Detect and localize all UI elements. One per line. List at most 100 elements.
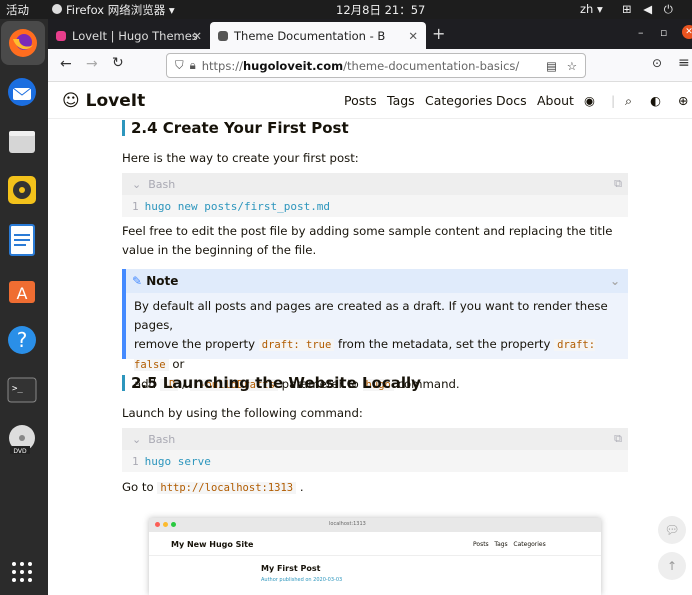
note-admonition: ✎ Note ⌄ By default all posts and pages a… xyxy=(122,269,628,391)
reload-icon[interactable]: ↻ xyxy=(112,55,124,71)
comment-icon[interactable]: 💬︎ xyxy=(658,516,686,544)
line-number: 1 xyxy=(132,199,139,213)
hamburger-menu-icon[interactable]: ≡ xyxy=(678,55,690,71)
svg-text:DVD: DVD xyxy=(13,448,27,455)
favicon-icon xyxy=(218,30,228,41)
screenshot-menu: Posts Tags Categories xyxy=(473,541,546,548)
forward-icon[interactable]: → xyxy=(86,56,98,72)
restore-icon[interactable]: ▫ xyxy=(660,26,667,39)
pencil-icon: ✎ xyxy=(132,274,143,288)
screenshot-site-title: My New Hugo Site xyxy=(171,540,254,549)
code-lang: Bash xyxy=(148,432,176,446)
menu-tags[interactable]: Tags xyxy=(387,93,415,108)
code-text: hugo new posts/first_post.md xyxy=(144,199,331,213)
dvd-icon: DVD xyxy=(9,425,35,455)
window-dots-icon xyxy=(155,522,176,527)
screenshot-header: My New Hugo Site Posts Tags Categories xyxy=(149,532,601,556)
site-logo[interactable]: ☺ LoveIt xyxy=(62,91,145,111)
github-icon[interactable]: ◉ xyxy=(584,93,595,108)
show-apps-button[interactable] xyxy=(5,555,39,589)
url-bar[interactable]: ⛉ 🔒︎ https://hugoloveit.com/theme-docume… xyxy=(166,53,586,78)
dock-software[interactable]: A xyxy=(5,273,39,307)
code-block-2: ⌄ Bash ⧉ 1 hugo serve xyxy=(122,428,628,472)
dock-rhythmbox[interactable] xyxy=(5,173,39,207)
dock-firefox[interactable] xyxy=(1,21,45,65)
theme-switch-icon[interactable]: ◐ xyxy=(650,93,661,108)
paragraph-goto: Go to http://localhost:1313 . xyxy=(122,480,304,494)
input-method-indicator[interactable]: zh ▾ xyxy=(580,2,603,16)
pocket-icon[interactable]: ⊙ xyxy=(652,56,662,70)
screenshot-browser-bar: localhost:1313 xyxy=(149,518,601,532)
line-number: 1 xyxy=(132,454,139,468)
software-center-icon: A xyxy=(9,281,35,303)
dock-terminal[interactable]: >_ xyxy=(5,373,39,407)
copy-icon[interactable]: ⧉ xyxy=(614,432,622,446)
tab-theme-doc[interactable]: Theme Documentation - B ✕ xyxy=(210,22,426,49)
note-title: Note xyxy=(146,274,179,288)
search-icon[interactable]: ⌕ xyxy=(625,93,632,109)
screenshot-post-meta: Author published on 2020-03-03 xyxy=(261,577,343,583)
bookmark-star-icon[interactable]: ☆ xyxy=(567,59,577,73)
chevron-down-icon[interactable]: ⌄ xyxy=(610,274,620,288)
screenshot-post-title: My First Post xyxy=(261,564,321,573)
code-lang: Bash xyxy=(148,177,176,191)
tab-label: LoveIt | Hugo Themes xyxy=(72,28,198,43)
firefox-icon xyxy=(9,29,37,57)
back-to-top-icon[interactable]: ↑ xyxy=(658,552,686,580)
svg-text:?: ? xyxy=(17,328,28,352)
site-header: ☺ LoveIt Posts Tags Categories Docs Abou… xyxy=(48,82,692,119)
menu-separator: | xyxy=(611,93,616,108)
dock-thunderbird[interactable] xyxy=(5,75,39,109)
dock-help[interactable]: ? xyxy=(5,323,39,357)
close-window-icon[interactable]: ✕ xyxy=(682,25,692,39)
screenshot-url: localhost:1313 xyxy=(329,521,366,527)
app-grid-icon xyxy=(12,562,32,582)
shield-icon[interactable]: ⛉ xyxy=(175,58,184,73)
url-text: https://hugoloveit.com/theme-documentati… xyxy=(201,58,520,73)
paragraph-edit: Feel free to edit the post file by addin… xyxy=(122,224,613,257)
favicon-icon xyxy=(56,30,66,41)
dock-files[interactable] xyxy=(5,125,39,159)
screenshot-image: localhost:1313 My New Hugo Site Posts Ta… xyxy=(149,518,601,595)
heading-2-5: 2.5 Launching the Website Locally xyxy=(122,375,421,391)
close-tab-icon[interactable]: ✕ xyxy=(192,29,202,43)
menu-docs[interactable]: Docs xyxy=(496,93,527,108)
code-block-1: ⌄ Bash ⧉ 1 hugo new posts/first_post.md xyxy=(122,173,628,217)
logo-icon: ☺ xyxy=(62,91,80,111)
system-top-bar: 活动 Firefox 网络浏览器 ▾ 12月8日 21：57 zh ▾ ⊞ ◀ … xyxy=(0,0,692,19)
help-icon: ? xyxy=(8,326,36,354)
reader-view-icon[interactable]: ▤ xyxy=(546,59,557,73)
activities-button[interactable]: 活动 xyxy=(6,2,29,18)
lock-icon[interactable]: 🔒︎ xyxy=(190,58,196,73)
tab-loveit[interactable]: LoveIt | Hugo Themes ✕ xyxy=(48,22,210,49)
copy-icon[interactable]: ⧉ xyxy=(614,177,622,191)
chevron-down-icon[interactable]: ⌄ xyxy=(132,178,141,191)
heading-2-4: 2.4 Create Your First Post xyxy=(122,120,349,136)
close-tab-icon[interactable]: ✕ xyxy=(408,29,418,43)
back-icon[interactable]: ← xyxy=(60,56,72,72)
paragraph-launch: Launch by using the following command: xyxy=(122,406,363,420)
navigation-bar: ← → ↻ ⛉ 🔒︎ https://hugoloveit.com/theme-… xyxy=(48,49,692,82)
menu-posts[interactable]: Posts xyxy=(344,93,377,108)
menu-about[interactable]: About xyxy=(537,93,574,108)
system-status-icons[interactable]: ⊞ ◀ ⏻ xyxy=(622,2,677,17)
writer-icon xyxy=(9,224,35,256)
files-icon xyxy=(9,131,35,153)
new-tab-icon[interactable]: + xyxy=(432,24,445,43)
firefox-icon xyxy=(52,4,62,14)
rhythmbox-icon xyxy=(8,176,36,204)
app-menu[interactable]: Firefox 网络浏览器 ▾ xyxy=(52,2,175,18)
dock-writer[interactable] xyxy=(5,223,39,257)
minimize-icon[interactable]: – xyxy=(638,26,644,39)
svg-text:>_: >_ xyxy=(12,384,23,394)
code-text: hugo serve xyxy=(144,454,211,468)
tab-bar: LoveIt | Hugo Themes ✕ Theme Documentati… xyxy=(48,19,692,49)
localhost-link[interactable]: http://localhost:1313 xyxy=(157,482,297,494)
paragraph-first-post: Here is the way to create your first pos… xyxy=(122,151,359,165)
dock-dvd[interactable]: DVD xyxy=(5,423,39,457)
chevron-down-icon[interactable]: ⌄ xyxy=(132,433,141,446)
menu-categories[interactable]: Categories xyxy=(425,93,492,108)
clock[interactable]: 12月8日 21：57 xyxy=(336,2,425,18)
language-icon[interactable]: ⊕ xyxy=(678,93,688,108)
svg-text:A: A xyxy=(17,284,28,303)
